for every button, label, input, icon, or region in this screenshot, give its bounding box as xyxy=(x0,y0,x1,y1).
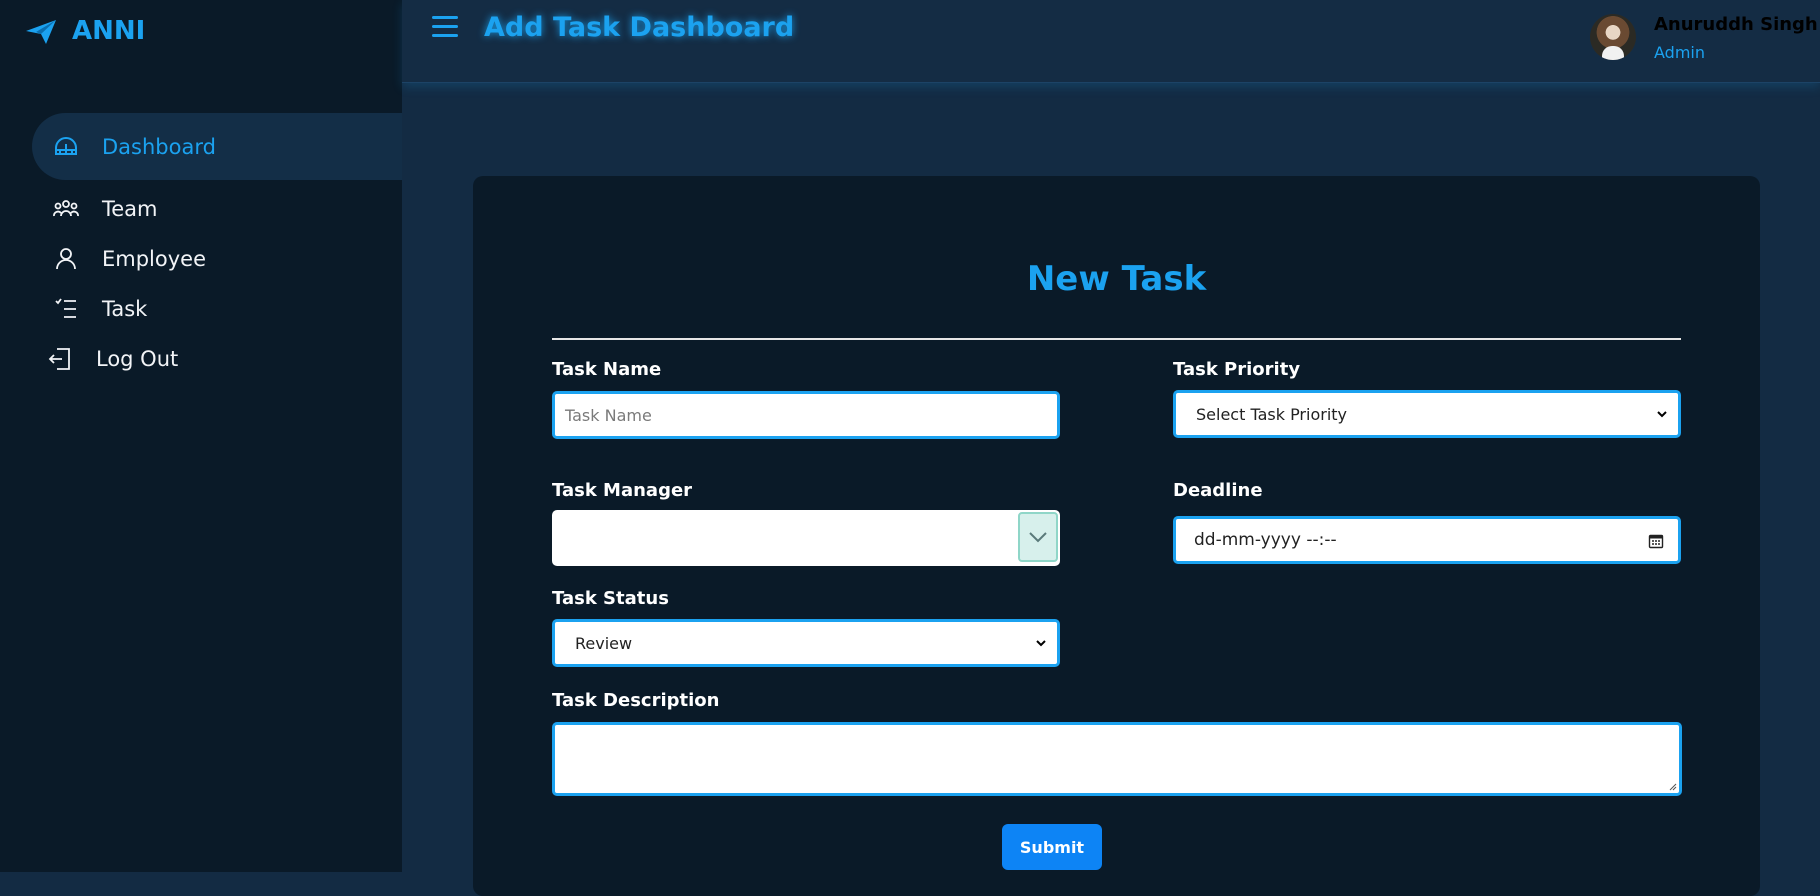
sidebar-item-logout[interactable]: Log Out xyxy=(26,334,402,384)
sidebar-item-team[interactable]: Team xyxy=(32,184,402,234)
dashboard-icon xyxy=(52,133,80,161)
hamburger-icon[interactable] xyxy=(432,16,458,38)
user-profile[interactable]: Anuruddh Singh Admin xyxy=(1590,14,1820,64)
user-name: Anuruddh Singh xyxy=(1654,14,1818,35)
checklist-icon xyxy=(52,295,80,323)
task-priority-select[interactable]: Select Task Priority xyxy=(1173,390,1681,438)
sidebar-item-dashboard[interactable]: Dashboard xyxy=(32,113,402,180)
submit-button[interactable]: Submit xyxy=(1002,824,1102,870)
sidebar: ANNI Dashboard Team Employee Task Log Ou… xyxy=(0,0,402,872)
page-title: Add Task Dashboard xyxy=(484,12,795,43)
sidebar-item-label: Employee xyxy=(102,247,207,271)
divider xyxy=(552,338,1681,340)
task-manager-select[interactable] xyxy=(552,510,1060,566)
user-role: Admin xyxy=(1654,43,1705,62)
task-priority-label: Task Priority xyxy=(1173,359,1301,380)
avatar[interactable] xyxy=(1590,14,1636,60)
task-priority-value: Select Task Priority xyxy=(1196,404,1348,424)
resize-handle-icon[interactable] xyxy=(1667,781,1677,791)
deadline-input[interactable]: dd-mm-yyyy --:-- xyxy=(1173,516,1681,564)
task-status-select[interactable]: Review xyxy=(552,619,1060,667)
team-icon xyxy=(52,195,80,223)
new-task-card: New Task Task Name Task Name Task Priori… xyxy=(473,176,1760,896)
top-bar: Add Task Dashboard Anuruddh Singh Admin xyxy=(402,0,1820,83)
sidebar-item-label: Task xyxy=(102,297,148,321)
sidebar-item-label: Team xyxy=(102,197,158,221)
brand[interactable]: ANNI xyxy=(24,14,145,48)
brand-name: ANNI xyxy=(72,16,146,46)
chevron-down-icon xyxy=(1657,411,1667,418)
task-name-label: Task Name xyxy=(552,359,662,380)
logout-icon xyxy=(46,345,74,373)
sidebar-nav: Dashboard Team Employee Task Log Out xyxy=(32,113,402,384)
deadline-value: dd-mm-yyyy --:-- xyxy=(1194,530,1337,550)
user-icon xyxy=(52,245,80,273)
sidebar-item-task[interactable]: Task xyxy=(32,284,402,334)
chevron-down-icon xyxy=(1029,532,1047,543)
sidebar-item-employee[interactable]: Employee xyxy=(32,234,402,284)
task-status-value: Review xyxy=(575,633,633,653)
sidebar-item-label: Log Out xyxy=(96,347,179,371)
task-status-label: Task Status xyxy=(552,588,669,609)
task-manager-label: Task Manager xyxy=(552,480,693,501)
deadline-label: Deadline xyxy=(1173,480,1263,501)
task-name-placeholder: Task Name xyxy=(565,405,652,425)
form-title: New Task xyxy=(1026,259,1207,299)
sidebar-item-label: Dashboard xyxy=(102,134,216,159)
task-name-input[interactable]: Task Name xyxy=(552,391,1060,439)
calendar-icon[interactable] xyxy=(1648,533,1664,549)
task-manager-dropdown-button[interactable] xyxy=(1018,512,1058,562)
task-description-textarea[interactable] xyxy=(552,722,1682,796)
paper-plane-icon xyxy=(26,20,56,44)
chevron-down-icon xyxy=(1036,640,1046,647)
task-description-label: Task Description xyxy=(552,690,720,711)
